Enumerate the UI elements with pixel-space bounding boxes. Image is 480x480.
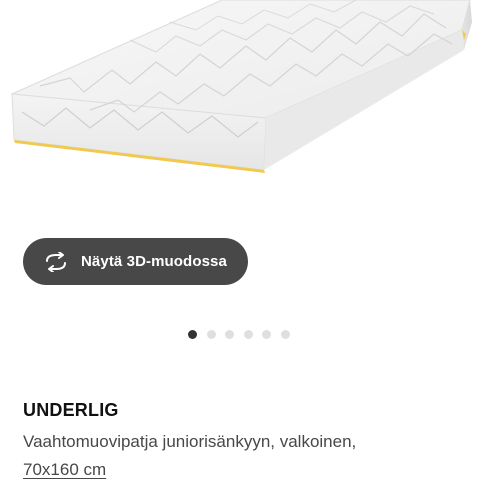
view-in-3d-button[interactable]: Näytä 3D-muodossa (23, 238, 248, 285)
view-in-3d-label: Näytä 3D-muodossa (81, 253, 227, 270)
product-description-block: Vaahtomuovipatja juniorisänkyyn, valkoin… (23, 428, 463, 480)
carousel-dot-5[interactable] (262, 329, 272, 339)
rotate-3d-icon (43, 251, 69, 272)
carousel-dot-6[interactable] (280, 329, 290, 339)
carousel-dot-3[interactable] (225, 329, 235, 339)
carousel-dot-1[interactable] (188, 329, 197, 339)
product-size-link[interactable]: 70x160 cm (23, 460, 106, 479)
product-description: Vaahtomuovipatja juniorisänkyyn, valkoin… (23, 432, 357, 451)
product-image-mattress[interactable] (0, 0, 480, 200)
carousel-dot-4[interactable] (243, 329, 253, 339)
product-name: UNDERLIG (23, 400, 119, 420)
product-page: Näytä 3D-muodossa UNDERLIG Vaahtomuovipa… (0, 0, 480, 480)
carousel-pagination (188, 329, 300, 339)
carousel-dot-2[interactable] (206, 329, 216, 339)
